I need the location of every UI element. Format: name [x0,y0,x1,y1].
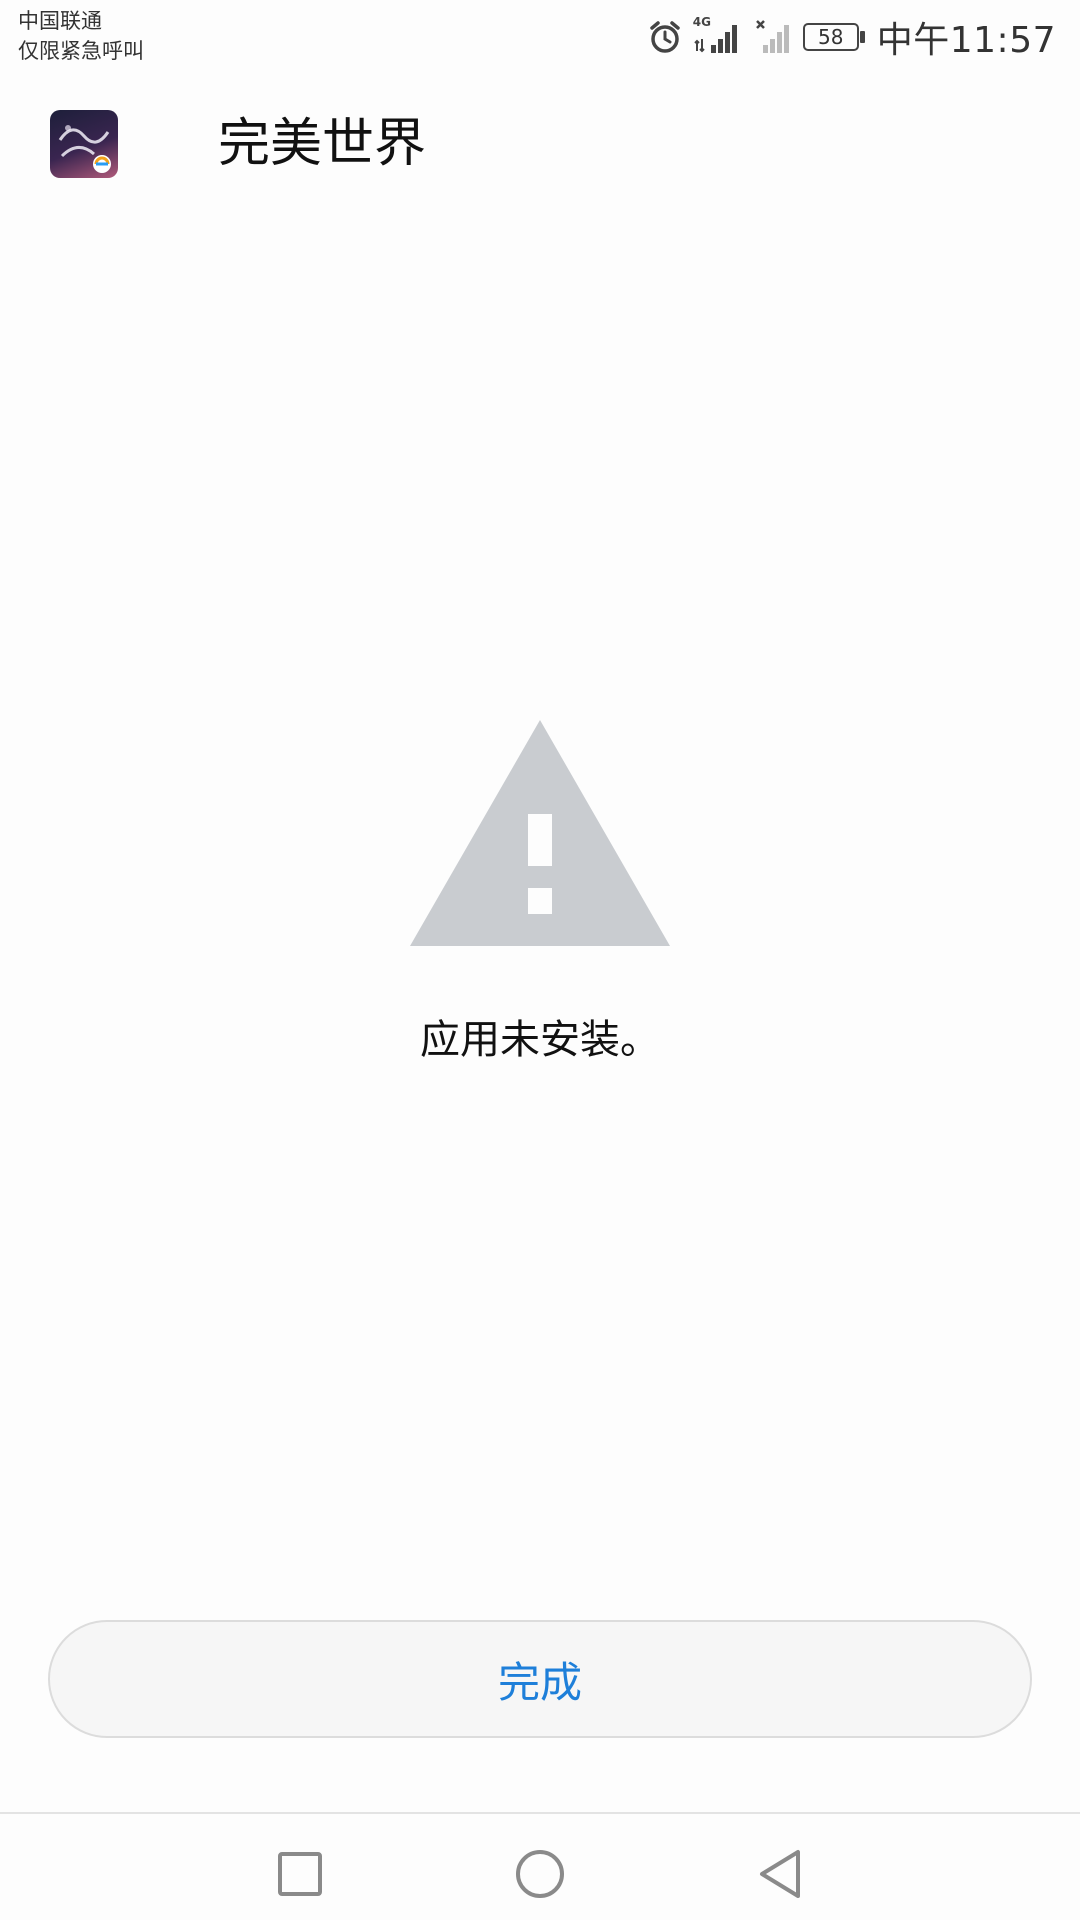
recent-apps-button[interactable] [270,1844,330,1904]
home-button[interactable] [510,1844,570,1904]
signal-no-service-icon [755,19,793,55]
app-header: 完美世界 [0,100,1080,190]
done-button[interactable]: 完成 [48,1620,1032,1738]
install-status-message: 应用未安装。 [420,1017,660,1063]
signal-4g-icon: 4G [693,15,745,55]
network-type-label: 4G [692,15,711,29]
status-bar: 中国联通 仅限紧急呼叫 4G 58 中午11:57 [0,0,1080,72]
back-button[interactable] [750,1844,810,1904]
alarm-icon [647,19,683,55]
back-icon [760,1850,800,1898]
status-icons: 4G 58 中午11:57 [647,12,1056,62]
navigation-bar [0,1812,1080,1920]
carrier-status: 仅限紧急呼叫 [18,39,144,63]
home-icon [516,1850,564,1898]
app-icon [50,110,118,178]
clock: 中午11:57 [876,20,1056,61]
carrier-info: 中国联通 仅限紧急呼叫 [18,6,144,66]
battery-icon: 58 [802,23,865,51]
app-title: 完美世界 [218,114,427,174]
battery-level: 58 [818,25,844,49]
recent-apps-icon [278,1852,322,1896]
warning-icon [408,718,672,948]
carrier-name: 中国联通 [18,9,102,33]
